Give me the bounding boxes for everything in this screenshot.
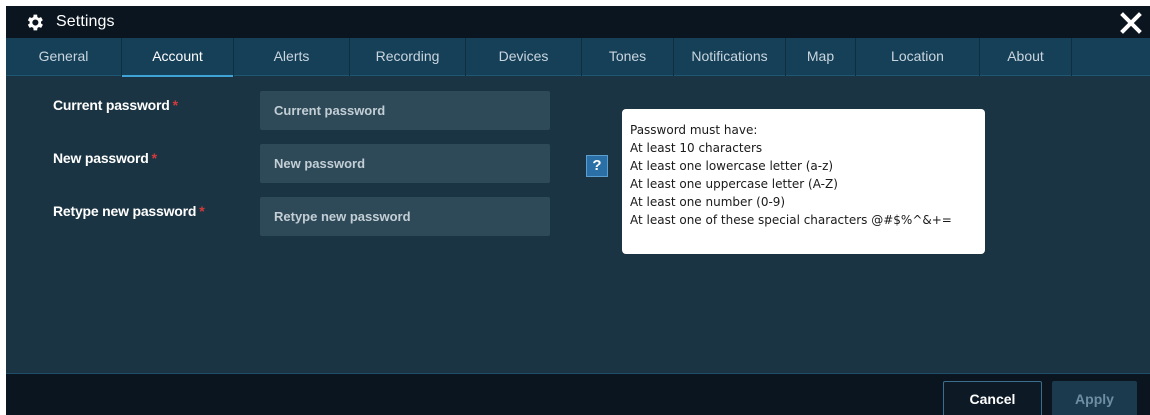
tooltip-line: At least one uppercase letter (A-Z) <box>630 177 838 191</box>
tab-tones[interactable]: Tones <box>582 38 674 76</box>
tab-general[interactable]: General <box>6 38 122 76</box>
tab-devices[interactable]: Devices <box>466 38 582 76</box>
required-marker: * <box>151 150 157 166</box>
apply-button[interactable]: Apply <box>1052 381 1137 415</box>
footer-bar: Cancel Apply <box>6 373 1150 415</box>
tooltip-line: At least one number (0-9) <box>630 195 786 209</box>
required-marker: * <box>172 97 178 113</box>
tab-about[interactable]: About <box>980 38 1072 76</box>
close-icon[interactable] <box>1118 10 1144 36</box>
password-requirements-tooltip: Password must have: At least 10 characte… <box>622 109 985 254</box>
tooltip-line: At least one of these special characters… <box>630 213 952 227</box>
settings-window: Settings General Account Alerts Recordin… <box>6 6 1150 415</box>
new-password-input[interactable] <box>260 144 550 183</box>
account-panel: Current password * New password * Retype n… <box>6 77 1150 374</box>
retype-password-input[interactable] <box>260 197 550 236</box>
retype-password-label-text: Retype new password <box>53 203 197 219</box>
current-password-input[interactable] <box>260 91 550 130</box>
new-password-label: New password * <box>53 150 157 166</box>
tab-account[interactable]: Account <box>122 38 234 77</box>
window-title: Settings <box>56 13 115 30</box>
tab-location[interactable]: Location <box>856 38 980 76</box>
current-password-label-text: Current password <box>53 97 170 113</box>
password-help-button[interactable]: ? <box>586 155 608 177</box>
gear-icon <box>27 14 43 31</box>
current-password-label: Current password * <box>53 97 178 113</box>
tooltip-line: At least one lowercase letter (a-z) <box>630 159 834 173</box>
tab-bar: General Account Alerts Recording Devices… <box>6 38 1150 77</box>
tab-alerts[interactable]: Alerts <box>234 38 350 76</box>
tooltip-line: At least 10 characters <box>630 141 763 155</box>
cancel-button[interactable]: Cancel <box>943 381 1042 415</box>
title-bar: Settings <box>6 6 1150 38</box>
tab-map[interactable]: Map <box>786 38 856 76</box>
required-marker: * <box>199 203 205 219</box>
new-password-label-text: New password <box>53 150 149 166</box>
retype-password-label: Retype new password * <box>53 203 205 219</box>
tab-recording[interactable]: Recording <box>350 38 466 76</box>
tooltip-line: Password must have: <box>630 123 758 137</box>
tab-notifications[interactable]: Notifications <box>674 38 786 76</box>
